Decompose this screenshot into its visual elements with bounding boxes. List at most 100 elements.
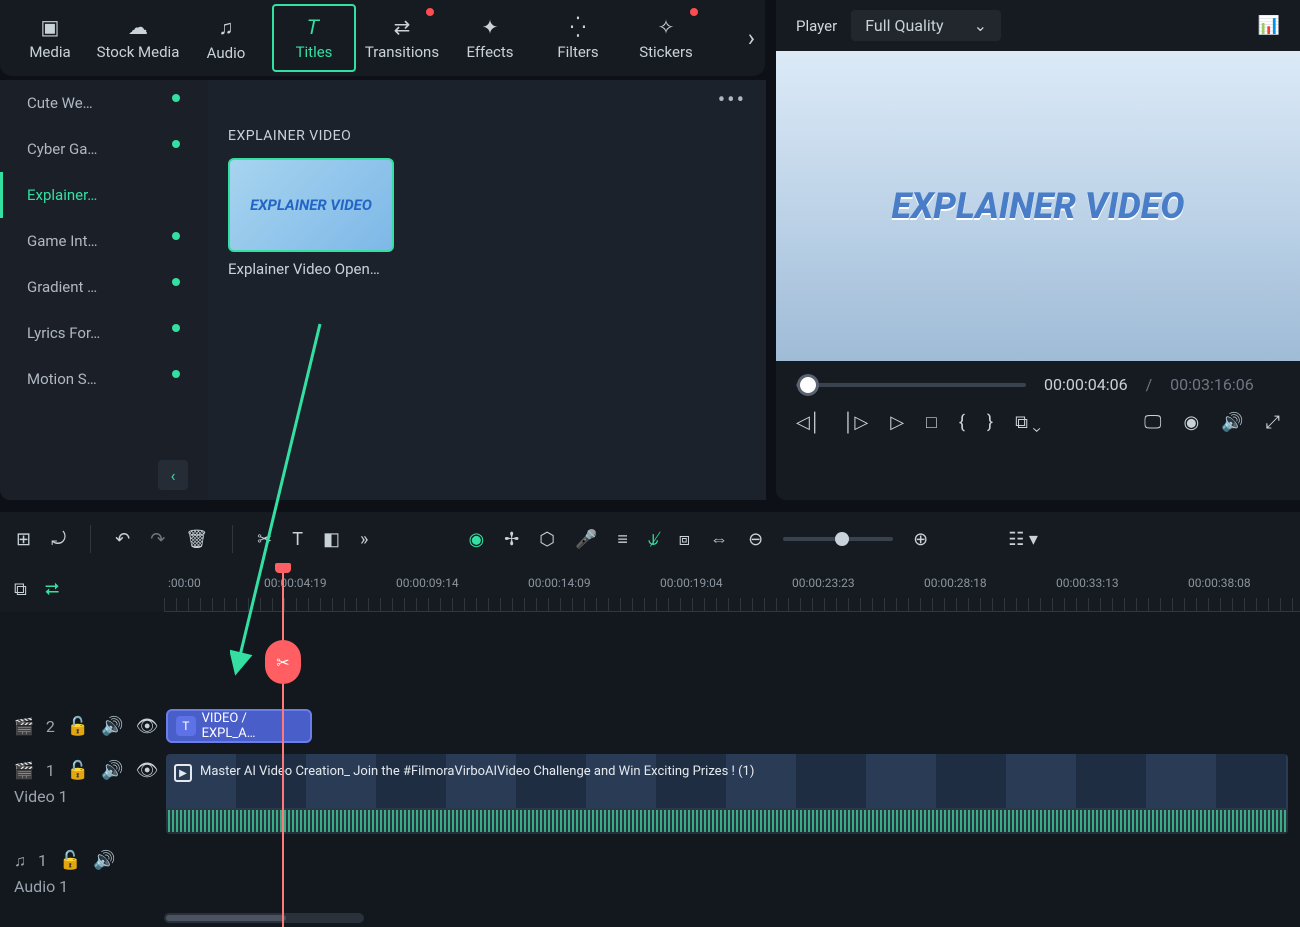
new-dot-icon: [172, 278, 180, 286]
media-icon: ▣: [41, 15, 60, 39]
fullscreen-button[interactable]: ⤢: [1266, 412, 1280, 433]
sidebar-item-lyrics[interactable]: Lyrics For…: [0, 310, 208, 356]
add-track-icon[interactable]: ⧉: [14, 579, 27, 600]
visibility-icon[interactable]: 👁: [136, 760, 159, 781]
asset-card[interactable]: EXPLAINER VIDEO Explainer Video Open…: [228, 158, 746, 278]
tab-stickers-label: Stickers: [639, 43, 693, 61]
delete-button[interactable]: 🗑: [185, 529, 208, 550]
sidebar-item-gradient[interactable]: Gradient …: [0, 264, 208, 310]
seek-knob[interactable]: [800, 377, 816, 393]
prev-frame-button[interactable]: ◁│: [796, 412, 821, 433]
sidebar-item-explainer[interactable]: Explainer…: [0, 172, 208, 218]
layout-grid-icon[interactable]: ⊞: [16, 529, 31, 550]
text-tool-button[interactable]: T: [292, 529, 303, 550]
more-options-button[interactable]: •••: [718, 88, 746, 113]
mute-icon[interactable]: 🔊: [101, 760, 123, 781]
crop-button[interactable]: ◧: [323, 529, 340, 550]
audio-mix-icon[interactable]: ≡: [617, 529, 628, 550]
aspect-ratio-button[interactable]: ⧉ ⌄: [1015, 412, 1041, 433]
sidebar-item-cute-wedding[interactable]: Cute We…: [0, 80, 208, 126]
split-button[interactable]: ✂: [257, 529, 272, 550]
ruler-label: 00:00:38:08: [1188, 576, 1251, 590]
video-track-row: 🎬1 🔓 🔊 👁 Video 1 ▶ Master AI Video Creat…: [0, 752, 1300, 836]
tab-titles[interactable]: 𝑇 Titles: [272, 4, 356, 72]
audio-track-header: ♫1 🔓 🔊 Audio 1: [0, 842, 164, 882]
mute-icon[interactable]: 🔊: [101, 716, 123, 737]
asset-thumb-text: EXPLAINER VIDEO: [250, 196, 372, 214]
auto-cut-icon[interactable]: ⫝̸: [648, 529, 659, 550]
scrollbar-thumb[interactable]: [166, 915, 286, 921]
mark-out-button[interactable]: }: [987, 412, 993, 433]
timeline-scrollbar[interactable]: [164, 913, 364, 923]
lock-icon[interactable]: 🔓: [59, 850, 81, 871]
more-tools-button[interactable]: »: [360, 529, 368, 550]
tab-effects[interactable]: ✦ Effects: [448, 4, 532, 72]
quick-split-button[interactable]: ✂: [265, 640, 301, 684]
divider: [232, 525, 233, 553]
sidebar-item-label: Motion S…: [27, 370, 97, 388]
current-time: 00:00:04:06: [1044, 375, 1128, 394]
title-clip[interactable]: T VIDEO / EXPL_A…: [166, 709, 312, 743]
voiceover-icon[interactable]: 🎤: [575, 529, 597, 550]
playhead[interactable]: ✂: [282, 566, 284, 927]
sidebar-item-label: Lyrics For…: [27, 324, 100, 342]
tab-transitions[interactable]: ⇄ Transitions: [360, 4, 444, 72]
play-button[interactable]: ▷: [890, 412, 904, 433]
playhead-handle[interactable]: [275, 563, 291, 573]
video-clip[interactable]: ▶ Master AI Video Creation_ Join the #Fi…: [166, 754, 1288, 834]
zoom-out-button[interactable]: ⊖: [748, 529, 763, 550]
zoom-slider[interactable]: [783, 537, 893, 541]
fit-icon[interactable]: ⇔: [710, 529, 728, 550]
undo-button[interactable]: ↶: [115, 529, 130, 550]
next-frame-button[interactable]: │▷: [843, 412, 868, 433]
video-preview[interactable]: EXPLAINER VIDEO: [776, 51, 1300, 361]
tabs-scroll-right[interactable]: ›: [748, 24, 755, 52]
redo-button[interactable]: ↷: [150, 529, 165, 550]
speed-icon[interactable]: ✢: [504, 529, 519, 550]
render-icon[interactable]: ⧈: [679, 529, 690, 550]
wand-icon: ✧: [658, 15, 675, 39]
link-icon[interactable]: ⮂: [45, 579, 59, 600]
collapse-sidebar-button[interactable]: ‹: [158, 460, 188, 490]
tab-stickers[interactable]: ✧ Stickers: [624, 4, 708, 72]
ai-assist-icon[interactable]: ◉: [468, 529, 484, 550]
tab-effects-label: Effects: [466, 43, 513, 61]
tab-stock-media[interactable]: ☁︎ Stock Media: [96, 4, 180, 72]
zoom-in-button[interactable]: ⊕: [913, 529, 928, 550]
display-button[interactable]: 🖵: [1144, 412, 1161, 433]
audio-waveform: [166, 808, 1288, 834]
mark-in-button[interactable]: {: [959, 412, 965, 433]
sidebar-item-game-intro[interactable]: Game Int…: [0, 218, 208, 264]
cursor-tool-icon[interactable]: ⤾: [51, 529, 66, 550]
sidebar-item-label: Cute We…: [27, 94, 93, 112]
stop-button[interactable]: □: [926, 412, 937, 433]
asset-thumbnail[interactable]: EXPLAINER VIDEO: [228, 158, 394, 252]
seek-bar[interactable]: [796, 383, 1026, 387]
quality-value: Full Quality: [865, 16, 943, 35]
mute-icon[interactable]: 🔊: [93, 850, 115, 871]
time-ruler[interactable]: :00:00 00:00:04:19 00:00:09:14 00:00:14:…: [164, 566, 1300, 612]
snapshot-button[interactable]: ◉: [1183, 412, 1199, 433]
title-clip-icon: T: [176, 716, 196, 736]
track-label: Video 1: [14, 787, 68, 806]
lock-icon[interactable]: 🔓: [67, 716, 89, 737]
tab-filters[interactable]: ⁛ Filters: [536, 4, 620, 72]
zoom-knob[interactable]: [835, 532, 849, 546]
histogram-icon[interactable]: 📊: [1258, 15, 1280, 36]
marker-icon[interactable]: ⬡: [539, 529, 555, 550]
sidebar-item-cyber-gaming[interactable]: Cyber Ga…: [0, 126, 208, 172]
quality-dropdown[interactable]: Full Quality ⌄: [851, 10, 1001, 41]
lock-icon[interactable]: 🔓: [67, 760, 89, 781]
player-header: Player Full Quality ⌄ 📊: [776, 0, 1300, 51]
visibility-icon[interactable]: 👁: [136, 716, 159, 737]
volume-button[interactable]: 🔊: [1221, 412, 1243, 433]
title-track-header: 🎬2 🔓 🔊 👁: [0, 706, 164, 746]
sidebar-item-motion[interactable]: Motion S…: [0, 356, 208, 402]
player-controls: ◁│ │▷ ▷ □ { } ⧉ ⌄ 🖵 ◉ 🔊 ⤢: [776, 408, 1300, 443]
tab-audio[interactable]: ♫ Audio: [184, 4, 268, 72]
track-label: Audio 1: [14, 877, 68, 896]
player-panel: Player Full Quality ⌄ 📊 EXPLAINER VIDEO …: [776, 0, 1300, 500]
track-options-icon[interactable]: ☷ ▾: [1008, 529, 1038, 550]
tab-media[interactable]: ▣ Media: [8, 4, 92, 72]
chevron-down-icon: ⌄: [974, 16, 987, 35]
